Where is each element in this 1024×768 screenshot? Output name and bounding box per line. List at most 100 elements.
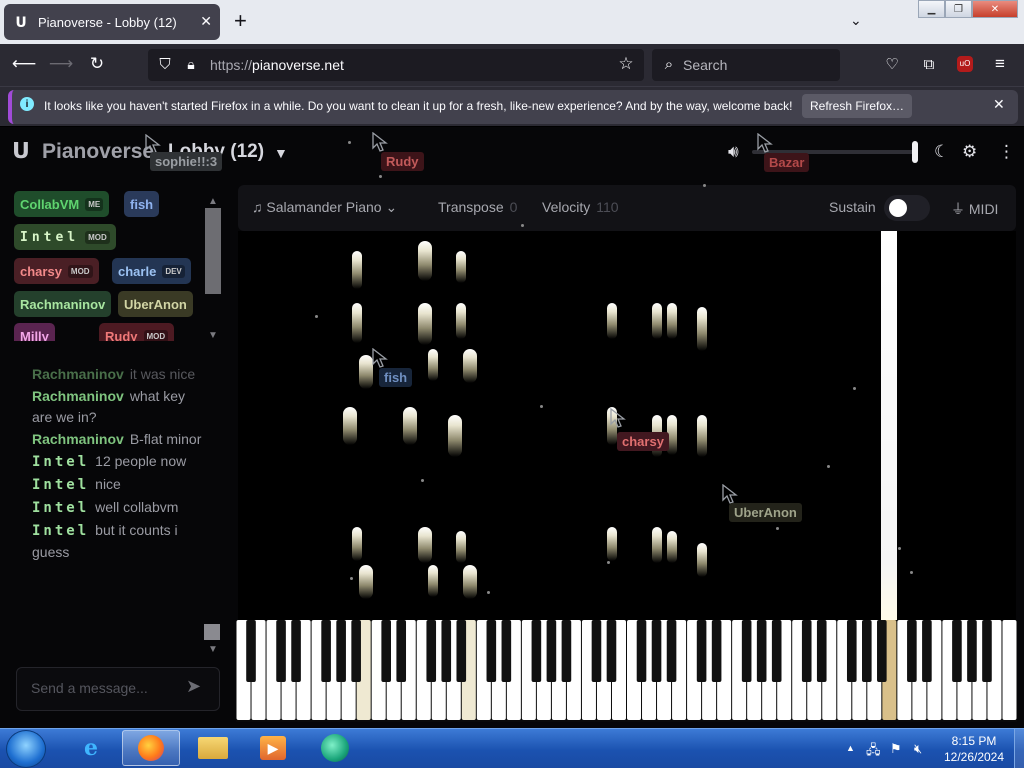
user-badge[interactable]: Milly <box>14 323 55 341</box>
refresh-firefox-button[interactable]: Refresh Firefox… <box>802 94 912 118</box>
firefox-taskbar-icon[interactable] <box>122 730 180 766</box>
more-vertical-icon[interactable]: ⋮ <box>998 142 1015 162</box>
chat-scroll-down-arrow-icon[interactable]: ▼ <box>208 644 218 655</box>
black-key[interactable] <box>922 620 932 682</box>
list-tabs-chevron-icon[interactable]: ⌄ <box>850 12 862 29</box>
black-key[interactable] <box>606 620 617 682</box>
black-key[interactable] <box>381 620 391 682</box>
reload-icon[interactable]: ↻ <box>86 54 108 74</box>
user-badge[interactable]: Rudy MOD <box>99 323 175 341</box>
tray-expand-arrow-icon[interactable]: ▲ <box>846 743 855 753</box>
black-key[interactable] <box>967 620 977 682</box>
chat-author[interactable]: Rachmaninov <box>32 366 124 382</box>
forward-arrow-icon[interactable]: ⟶ <box>49 54 73 74</box>
velocity-control[interactable]: Velocity 110 <box>542 199 619 215</box>
piano-keys[interactable] <box>236 620 1017 722</box>
file-explorer-icon[interactable] <box>184 730 242 766</box>
chat-author[interactable]: Intel <box>32 523 89 539</box>
transpose-control[interactable]: Transpose 0 <box>438 199 517 215</box>
black-key[interactable] <box>846 620 857 682</box>
pocket-icon[interactable]: ♡ <box>881 54 903 74</box>
ublock-icon[interactable]: uO <box>954 54 976 74</box>
black-key[interactable] <box>486 620 497 682</box>
sustain-toggle-knob[interactable] <box>889 199 907 217</box>
black-key[interactable] <box>651 620 662 682</box>
network-icon[interactable]: 🖧︎ <box>866 741 881 763</box>
black-key[interactable] <box>546 620 557 682</box>
black-key[interactable] <box>801 620 812 682</box>
shield-icon[interactable]: ⛉ <box>154 54 176 74</box>
dark-mode-moon-icon[interactable]: ☾ <box>934 142 949 162</box>
minimize-icon[interactable]: ▁ <box>918 0 945 18</box>
black-key[interactable] <box>456 620 467 682</box>
restore-icon[interactable]: ❐ <box>945 0 972 18</box>
black-key[interactable] <box>561 620 572 682</box>
black-key[interactable] <box>756 620 767 682</box>
chat-author[interactable]: Intel <box>32 500 89 516</box>
show-desktop-button[interactable] <box>1014 729 1024 768</box>
pianoverse-logo[interactable]: ᑌ Pianoverse <box>12 140 154 164</box>
black-key[interactable] <box>441 620 452 682</box>
black-key[interactable] <box>696 620 707 682</box>
black-key[interactable] <box>591 620 602 682</box>
browser-tab[interactable]: ᑌ Pianoverse - Lobby (12) ✕ <box>4 4 220 40</box>
black-key[interactable] <box>321 620 331 682</box>
white-key[interactable] <box>1002 620 1017 720</box>
notification-close-icon[interactable]: ✕ <box>993 96 1005 113</box>
black-key[interactable] <box>531 620 542 682</box>
chat-author[interactable]: Intel <box>32 477 89 493</box>
user-badge[interactable]: charle DEV <box>112 258 191 284</box>
scroll-up-arrow-icon[interactable]: ▲ <box>208 196 218 207</box>
black-key[interactable] <box>336 620 346 682</box>
speaker-muted-icon[interactable]: 🔇︎ <box>914 741 922 757</box>
black-key[interactable] <box>862 620 872 682</box>
volume-slider-handle[interactable] <box>912 141 918 163</box>
black-key[interactable] <box>396 620 407 682</box>
settings-gear-icon[interactable]: ⚙ <box>962 142 977 162</box>
black-key[interactable] <box>711 620 722 682</box>
bookmark-star-icon[interactable]: ☆ <box>615 54 637 74</box>
instrument-selector[interactable]: ♫ Salamander Piano ⌄ <box>252 199 397 216</box>
back-arrow-icon[interactable]: ⟵ <box>12 54 36 74</box>
user-badge[interactable]: Intel MOD <box>14 224 116 250</box>
system-clock[interactable]: 8:15 PM 12/26/2024 <box>936 733 1012 765</box>
black-key[interactable] <box>741 620 752 682</box>
black-key[interactable] <box>291 620 301 682</box>
chat-author[interactable]: Rachmaninov <box>32 431 124 447</box>
black-key[interactable] <box>816 620 827 682</box>
send-icon[interactable]: ➤ <box>186 676 201 697</box>
volume-icon[interactable]: 🔊︎ <box>728 142 739 162</box>
room-chevron-down-icon[interactable]: ▼ <box>274 145 288 161</box>
search-bar[interactable] <box>652 49 840 81</box>
tab-close-icon[interactable]: ✕ <box>200 13 212 30</box>
black-key[interactable] <box>982 620 992 682</box>
user-badge[interactable]: CollabVM ME <box>14 191 110 217</box>
media-player-icon[interactable]: ▶ <box>244 730 302 766</box>
black-key[interactable] <box>877 620 887 682</box>
black-key[interactable] <box>771 620 782 682</box>
chat-author[interactable]: Intel <box>32 454 89 470</box>
piano-keyboard[interactable] <box>236 620 1017 722</box>
black-key[interactable] <box>276 620 286 682</box>
black-key[interactable] <box>666 620 677 682</box>
user-list-scroll-thumb[interactable] <box>205 208 221 294</box>
windows-start-button[interactable] <box>6 730 46 768</box>
scroll-down-arrow-icon[interactable]: ▼ <box>208 330 218 341</box>
user-badge[interactable]: UberAnon <box>118 291 193 317</box>
chat-scroll-thumb[interactable] <box>204 624 220 640</box>
collabvm-app-icon[interactable] <box>306 730 364 766</box>
menu-hamburger-icon[interactable]: ≡ <box>989 54 1011 74</box>
extensions-icon[interactable]: ⧉ <box>918 54 940 74</box>
url-text[interactable]: https://pianoverse.net <box>210 57 344 73</box>
action-center-flag-icon[interactable]: ⚑ <box>890 741 902 757</box>
chat-author[interactable]: Rachmaninov <box>32 388 124 404</box>
black-key[interactable] <box>246 620 256 682</box>
user-badge[interactable]: fish <box>124 191 160 217</box>
internet-explorer-icon[interactable]: e <box>62 730 120 766</box>
black-key[interactable] <box>426 620 437 682</box>
black-key[interactable] <box>952 620 962 682</box>
black-key[interactable] <box>351 620 361 682</box>
window-close-icon[interactable]: ✕ <box>972 0 1018 18</box>
black-key[interactable] <box>501 620 512 682</box>
user-badge[interactable]: charsy MOD <box>14 258 99 284</box>
